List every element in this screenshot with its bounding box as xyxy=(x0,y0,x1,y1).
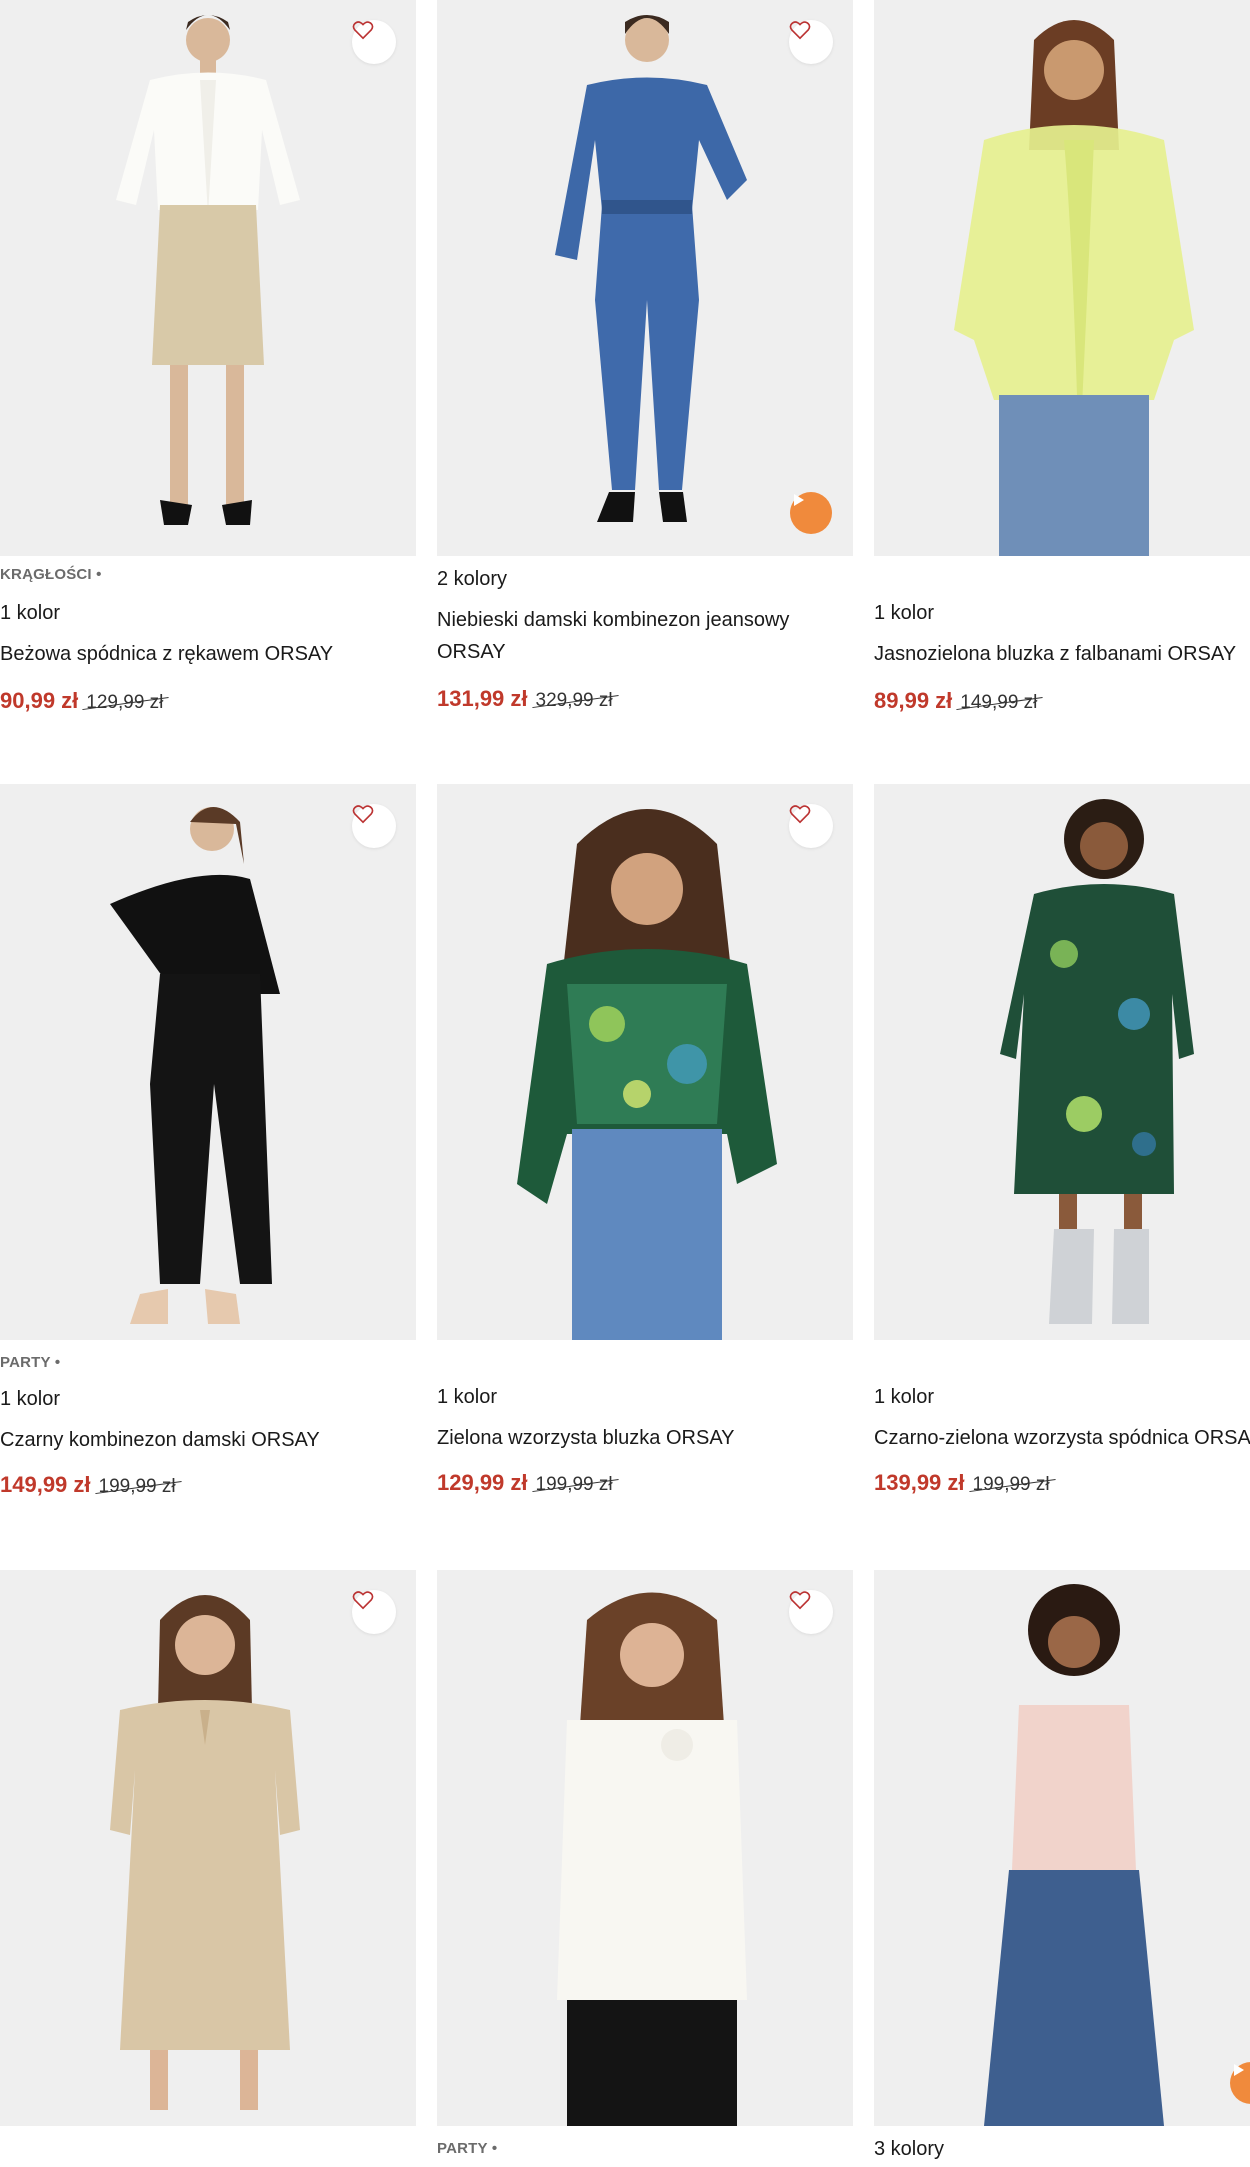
product-image[interactable] xyxy=(437,1570,853,2126)
sale-price: 131,99 zł xyxy=(437,686,528,711)
product-image[interactable] xyxy=(0,1570,416,2126)
product-title[interactable]: Czarny kombinezon damski ORSAY xyxy=(0,1424,320,1456)
color-count: 1 kolor xyxy=(437,1386,498,1408)
color-count: 3 kolory xyxy=(874,2138,945,2160)
wishlist-heart-button[interactable] xyxy=(789,1590,833,1634)
wishlist-heart-button[interactable] xyxy=(352,20,396,64)
original-price: 199,99 zł xyxy=(535,1474,613,1495)
heart-icon xyxy=(352,1591,374,1610)
wishlist-heart-button[interactable] xyxy=(789,20,833,64)
video-play-button[interactable] xyxy=(790,492,832,534)
product-image[interactable] xyxy=(0,0,416,556)
wishlist-heart-button[interactable] xyxy=(352,804,396,848)
heart-icon xyxy=(789,805,811,824)
play-icon xyxy=(794,494,804,506)
product-title[interactable]: Zielona wzorzysta bluzka ORSAY xyxy=(437,1422,735,1454)
heart-icon xyxy=(789,1591,811,1610)
product-image[interactable] xyxy=(437,784,853,1340)
price-block: 149,99 zł 199,99 zł xyxy=(0,1472,176,1498)
original-price: 149,99 zł xyxy=(960,692,1038,713)
product-image[interactable] xyxy=(874,1570,1250,2126)
original-price: 129,99 zł xyxy=(86,692,164,713)
heart-icon xyxy=(352,805,374,824)
original-price: 199,99 zł xyxy=(972,1474,1050,1495)
sale-price: 139,99 zł xyxy=(874,1470,965,1495)
product-photo-illustration xyxy=(555,15,747,522)
product-image[interactable] xyxy=(0,784,416,1340)
price-block: 129,99 zł 199,99 zł xyxy=(437,1470,613,1496)
product-photo-illustration xyxy=(1000,799,1194,1324)
product-title[interactable]: Niebieski damski kombinezon jeansowy ORS… xyxy=(437,604,837,668)
product-photo-illustration xyxy=(984,1584,1164,2126)
sale-price: 149,99 zł xyxy=(0,1472,91,1497)
color-count: 2 kolory xyxy=(437,568,508,590)
color-count: 1 kolor xyxy=(874,602,935,624)
heart-icon xyxy=(352,21,374,40)
product-tag: KRĄGŁOŚCI • xyxy=(0,566,102,583)
product-tag: PARTY • xyxy=(0,1354,61,1371)
product-title[interactable]: Beżowa spódnica z rękawem ORSAY xyxy=(0,638,333,670)
product-photo-illustration xyxy=(116,15,300,525)
product-tag: PARTY • xyxy=(437,2140,498,2157)
wishlist-heart-button[interactable] xyxy=(352,1590,396,1634)
product-image[interactable] xyxy=(437,0,853,556)
sale-price: 90,99 zł xyxy=(0,688,79,713)
color-count: 1 kolor xyxy=(0,602,61,624)
product-photo-illustration xyxy=(517,809,777,1340)
color-count: 1 kolor xyxy=(874,1386,935,1408)
product-image[interactable] xyxy=(874,0,1250,556)
product-photo-illustration xyxy=(557,1592,747,2126)
product-photo-illustration xyxy=(954,20,1194,556)
color-count: 1 kolor xyxy=(0,1388,61,1410)
original-price: 199,99 zł xyxy=(98,1476,176,1497)
price-block: 139,99 zł 199,99 zł xyxy=(874,1470,1050,1496)
price-block: 89,99 zł 149,99 zł xyxy=(874,688,1037,714)
price-block: 131,99 zł 329,99 zł xyxy=(437,686,613,712)
product-title[interactable]: Jasnozielona bluzka z falbanami ORSAY xyxy=(874,638,1236,670)
product-photo-illustration xyxy=(110,1595,300,2110)
product-photo-illustration xyxy=(110,807,280,1324)
heart-icon xyxy=(789,21,811,40)
wishlist-heart-button[interactable] xyxy=(789,804,833,848)
sale-price: 89,99 zł xyxy=(874,688,953,713)
price-block: 90,99 zł 129,99 zł xyxy=(0,688,163,714)
play-icon xyxy=(1234,2064,1244,2076)
product-title[interactable]: Czarno-zielona wzorzysta spódnica ORSAY xyxy=(874,1422,1250,1454)
product-image[interactable] xyxy=(874,784,1250,1340)
sale-price: 129,99 zł xyxy=(437,1470,528,1495)
original-price: 329,99 zł xyxy=(535,690,613,711)
